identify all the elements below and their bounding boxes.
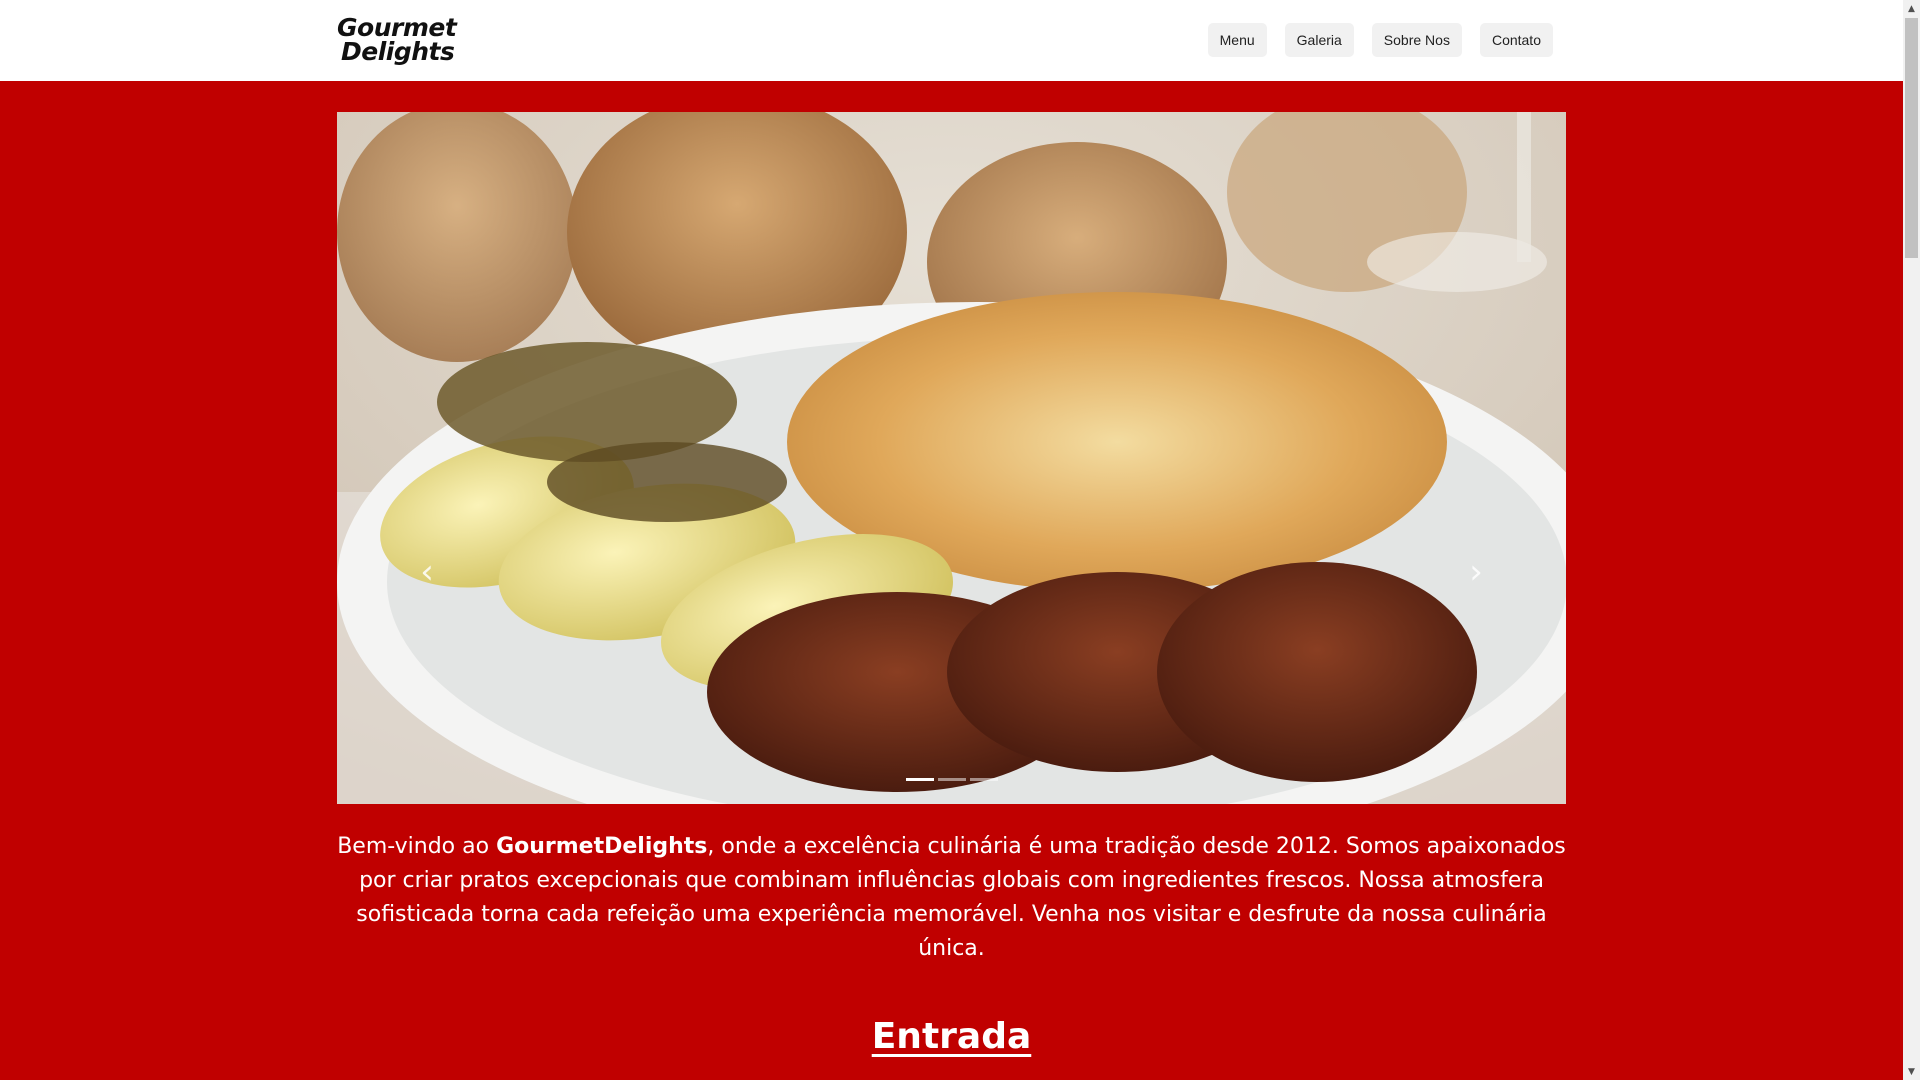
section-title-entrada: Entrada [871,1016,1032,1057]
nav-menu-button[interactable]: Menu [1207,23,1267,57]
carousel-indicator-3[interactable] [970,778,998,781]
carousel-indicator-2[interactable] [938,778,966,781]
scroll-up-arrow-icon[interactable]: ▲ [1903,0,1920,17]
intro-text-start: Bem-vindo ao [337,834,497,859]
site-header: Gourmet Delights Menu Galeria Sobre Nos … [0,0,1903,81]
intro-paragraph: Bem-vindo ao GourmetDelights, onde a exc… [337,830,1566,966]
logo-line-2: Delights [341,37,455,66]
carousel-indicators [906,778,998,781]
chevron-right-icon: › [1469,552,1483,592]
vertical-scrollbar[interactable]: ▲ ▼ [1903,0,1920,1080]
main-nav: Menu Galeria Sobre Nos Contato [1207,23,1553,57]
intro-brand-name: GourmetDelights [496,834,708,859]
carousel-indicator-1[interactable] [906,778,934,781]
chevron-left-icon: ‹ [420,552,434,592]
site-logo[interactable]: Gourmet Delights [337,15,457,66]
page-viewport: Gourmet Delights Menu Galeria Sobre Nos … [0,0,1903,1080]
carousel-prev-button[interactable]: ‹ [412,542,442,602]
carousel-dish-image [337,112,1566,804]
nav-gallery-button[interactable]: Galeria [1284,23,1354,57]
nav-about-button[interactable]: Sobre Nos [1371,23,1462,57]
food-carousel: ‹ › [337,112,1566,804]
scrollbar-thumb[interactable] [1905,18,1918,258]
carousel-next-button[interactable]: › [1461,542,1491,602]
nav-contact-button[interactable]: Contato [1479,23,1553,57]
scroll-down-arrow-icon[interactable]: ▼ [1903,1063,1920,1080]
